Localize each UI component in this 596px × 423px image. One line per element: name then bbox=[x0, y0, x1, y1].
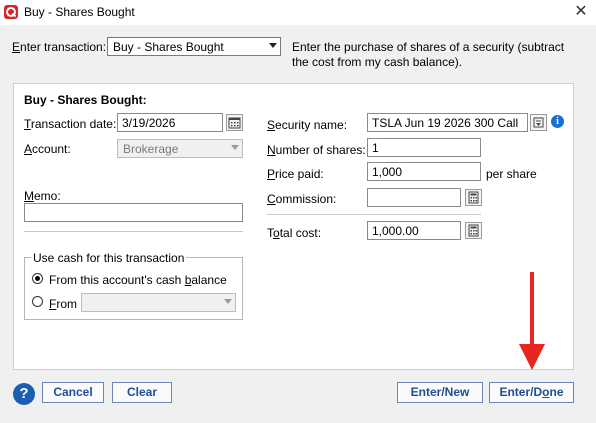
cancel-button[interactable]: Cancel bbox=[42, 382, 104, 403]
total-cost-label: Total cost: bbox=[267, 226, 322, 240]
security-name-value: TSLA Jun 19 2026 300 Call bbox=[372, 116, 519, 130]
total-cost-value: 1,000.00 bbox=[372, 224, 419, 238]
memo-input[interactable] bbox=[24, 203, 243, 222]
radio-this-account-label: From this account's cash balance bbox=[49, 273, 227, 287]
chevron-down-icon bbox=[224, 299, 232, 304]
radio-from-account[interactable] bbox=[32, 296, 43, 307]
close-button[interactable]: ✕ bbox=[571, 2, 591, 22]
transaction-date-value: 3/19/2026 bbox=[122, 116, 176, 130]
chevron-down-icon bbox=[269, 43, 277, 48]
clear-button[interactable]: Clear bbox=[112, 382, 172, 403]
transaction-description: Enter the purchase of shares of a securi… bbox=[292, 40, 565, 69]
window-title: Buy - Shares Bought bbox=[24, 5, 135, 19]
right-divider bbox=[267, 214, 481, 215]
enter-done-button[interactable]: Enter/Done bbox=[489, 382, 574, 403]
account-select[interactable]: Brokerage bbox=[117, 139, 243, 158]
commission-input[interactable] bbox=[367, 188, 461, 207]
calendar-icon[interactable] bbox=[226, 114, 243, 131]
per-share-label: per share bbox=[486, 167, 537, 181]
commission-label: Commission: bbox=[267, 192, 337, 206]
transaction-type-select[interactable]: Buy - Shares Bought bbox=[107, 37, 281, 56]
red-arrow-annotation bbox=[519, 272, 545, 370]
security-name-label: Security name: bbox=[267, 118, 348, 132]
calculator-icon[interactable] bbox=[465, 222, 482, 239]
app-logo-icon bbox=[4, 5, 18, 19]
from-account-select[interactable] bbox=[81, 293, 236, 312]
chevron-down-icon bbox=[231, 145, 239, 150]
price-paid-label: Price paid: bbox=[267, 167, 324, 181]
price-paid-value: 1,000 bbox=[372, 165, 403, 179]
transaction-date-label: Transaction date: bbox=[24, 117, 117, 131]
security-list-icon[interactable] bbox=[530, 114, 547, 131]
price-paid-input[interactable]: 1,000 bbox=[367, 162, 481, 181]
memo-label: Memo: bbox=[24, 189, 61, 203]
panel-title: Buy - Shares Bought: bbox=[24, 93, 147, 107]
calculator-icon[interactable] bbox=[465, 189, 482, 206]
cash-group-title: Use cash for this transaction bbox=[31, 251, 187, 265]
transaction-date-input[interactable]: 3/19/2026 bbox=[117, 113, 223, 132]
left-divider bbox=[24, 231, 243, 232]
account-label: Account: bbox=[24, 142, 71, 156]
number-of-shares-value: 1 bbox=[372, 141, 379, 155]
enter-transaction-label: Enter transaction: bbox=[12, 40, 107, 54]
help-icon[interactable]: ? bbox=[13, 383, 35, 405]
radio-from-label: From bbox=[49, 297, 78, 311]
total-cost-input[interactable]: 1,000.00 bbox=[367, 221, 461, 240]
radio-this-account-cash[interactable] bbox=[32, 273, 43, 284]
account-value: Brokerage bbox=[123, 142, 179, 156]
transaction-type-value: Buy - Shares Bought bbox=[113, 40, 224, 54]
enter-new-button[interactable]: Enter/New bbox=[397, 382, 483, 403]
number-of-shares-label: Number of shares: bbox=[267, 143, 366, 157]
number-of-shares-input[interactable]: 1 bbox=[367, 138, 481, 157]
security-name-input[interactable]: TSLA Jun 19 2026 300 Call bbox=[367, 113, 528, 132]
info-icon[interactable]: i bbox=[551, 115, 564, 128]
